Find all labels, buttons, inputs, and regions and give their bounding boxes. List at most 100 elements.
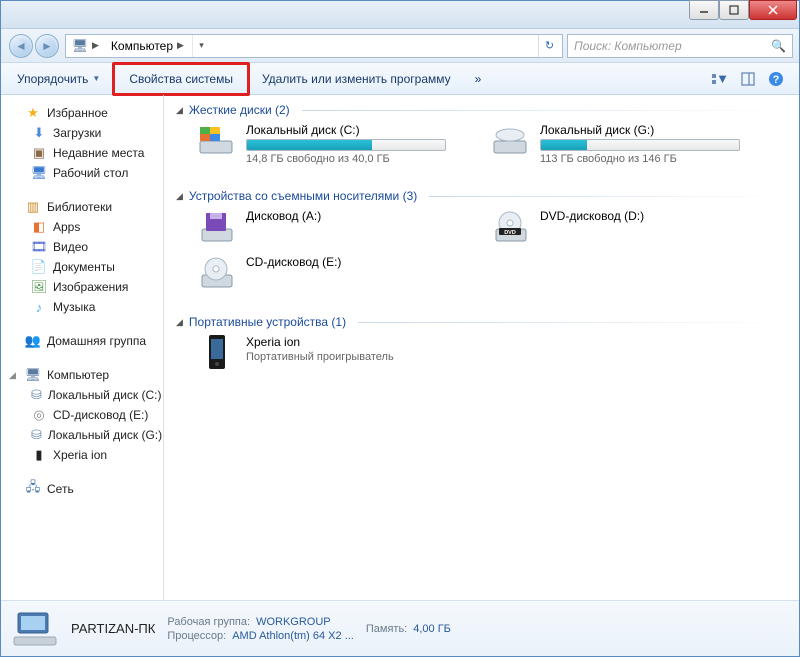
sidebar-item-label: Музыка (53, 300, 95, 314)
cd-icon (194, 255, 238, 291)
section-header[interactable]: ◢ Портативные устройства (1) (176, 315, 787, 329)
sidebar-favorites-header[interactable]: ★ Избранное (1, 103, 163, 123)
sidebar-item-label: Избранное (47, 106, 108, 120)
divider (358, 322, 787, 323)
address-dropdown[interactable]: ▾ (192, 35, 210, 57)
apps-icon: ◧ (31, 219, 47, 235)
sidebar-item-pictures[interactable]: 🖼 Изображения (1, 277, 163, 297)
sidebar-group-computer: ◢ 🖥 Компьютер ⛁ Локальный диск (C:) ◎ CD… (1, 365, 163, 465)
sidebar-computer-header[interactable]: ◢ 🖥 Компьютер (1, 365, 163, 385)
sidebar-item-label: Xperia ion (53, 448, 107, 462)
sidebar-group-network: 🖧 Сеть (1, 479, 163, 499)
search-input[interactable]: Поиск: Компьютер 🔍 (567, 34, 793, 58)
maximize-button[interactable] (719, 0, 749, 20)
breadcrumb-computer[interactable]: Компьютер ▶ (107, 35, 188, 57)
details-name-col: PARTIZAN-ПК (71, 621, 155, 636)
section-title: Портативные устройства (1) (189, 315, 346, 329)
minimize-button[interactable] (689, 0, 719, 20)
sidebar-item-downloads[interactable]: ⬇ Загрузки (1, 123, 163, 143)
sidebar-item-xperia[interactable]: ▮ Xperia ion (1, 445, 163, 465)
help-button[interactable]: ? (767, 70, 785, 88)
sidebar-item-drive-c[interactable]: ⛁ Локальный диск (C:) (1, 385, 163, 405)
sidebar-homegroup-header[interactable]: 👥 Домашняя группа (1, 331, 163, 351)
svg-text:?: ? (773, 74, 780, 86)
drive-e[interactable]: CD-дисковод (E:) (194, 255, 464, 291)
sidebar-item-drive-e[interactable]: ◎ CD-дисковод (E:) (1, 405, 163, 425)
view-options-button[interactable]: ▼ (711, 70, 729, 88)
drive-info: DVD-дисковод (D:) (540, 209, 758, 225)
search-icon: 🔍 (771, 39, 786, 53)
drive-list: Дисковод (A:) DVD DVD-дисковод (D:) (176, 209, 787, 301)
toolbar-overflow[interactable]: » (463, 65, 494, 93)
main-pane: ◢ Жесткие диски (2) Локальный диск (C:) … (164, 95, 799, 600)
section-header[interactable]: ◢ Жесткие диски (2) (176, 103, 787, 117)
system-properties-button[interactable]: Свойства системы (112, 62, 250, 96)
drive-a[interactable]: Дисковод (A:) (194, 209, 464, 245)
organize-menu[interactable]: Упорядочить ▼ (5, 65, 112, 93)
chevron-right-icon: ▶ (177, 40, 184, 51)
sidebar-item-label: Документы (53, 260, 115, 274)
address-bar[interactable]: 🖥 ▶ Компьютер ▶ ▾ ↻ (65, 34, 563, 58)
sidebar-item-recent[interactable]: ▣ Недавние места (1, 143, 163, 163)
drive-label: Xperia ion (246, 335, 464, 349)
nav-bar: ◄ ► 🖥 ▶ Компьютер ▶ ▾ ↻ Поиск: Компьютер… (1, 29, 799, 63)
back-button[interactable]: ◄ (9, 34, 33, 58)
hdd-icon: ⛁ (31, 427, 42, 443)
sidebar-item-label: Локальный диск (C:) (48, 388, 162, 402)
refresh-button[interactable]: ↻ (538, 35, 560, 57)
expand-icon[interactable]: ◢ (9, 370, 19, 381)
sidebar-item-label: Видео (53, 240, 88, 254)
sidebar-item-label: CD-дисковод (E:) (53, 408, 148, 422)
drive-c[interactable]: Локальный диск (C:) 14,8 ГБ свободно из … (194, 123, 464, 165)
sidebar-item-desktop[interactable]: 🖥 Рабочий стол (1, 163, 163, 183)
window-controls (689, 0, 797, 20)
drive-label: Локальный диск (C:) (246, 123, 464, 137)
uninstall-program-button[interactable]: Удалить или изменить программу (250, 65, 463, 93)
drive-d[interactable]: DVD DVD-дисковод (D:) (488, 209, 758, 245)
usage-bar (540, 139, 740, 151)
preview-pane-button[interactable] (739, 70, 757, 88)
section-hard-drives: ◢ Жесткие диски (2) Локальный диск (C:) … (176, 103, 787, 175)
floppy-icon (194, 209, 238, 245)
device-type-label: Портативный проигрыватель (246, 351, 464, 363)
close-button[interactable] (749, 0, 797, 20)
drive-label: CD-дисковод (E:) (246, 255, 464, 269)
memory-label: Память: (366, 623, 407, 635)
forward-button[interactable]: ► (35, 34, 59, 58)
details-pane: PARTIZAN-ПК Рабочая группа: WORKGROUP Пр… (1, 600, 799, 656)
toolbar-right-icons: ▼ ? (711, 70, 795, 88)
device-xperia[interactable]: Xperia ion Портативный проигрыватель (194, 335, 464, 371)
sidebar-item-video[interactable]: 🎞 Видео (1, 237, 163, 257)
overflow-label: » (475, 72, 482, 86)
drive-info: Xperia ion Портативный проигрыватель (246, 335, 464, 363)
drive-info: CD-дисковод (E:) (246, 255, 464, 271)
sidebar-network-header[interactable]: 🖧 Сеть (1, 479, 163, 499)
system-properties-label: Свойства системы (129, 72, 233, 86)
command-toolbar: Упорядочить ▼ Свойства системы Удалить и… (1, 63, 799, 95)
usage-bar (246, 139, 446, 151)
drive-list: Xperia ion Портативный проигрыватель (176, 335, 787, 381)
sidebar-libraries-header[interactable]: ▥ Библиотеки (1, 197, 163, 217)
sidebar-item-apps[interactable]: ◧ Apps (1, 217, 163, 237)
divider (302, 110, 787, 111)
drive-g[interactable]: Локальный диск (G:) 113 ГБ свободно из 1… (488, 123, 758, 165)
phone-icon: ▮ (31, 447, 47, 463)
collapse-icon: ◢ (176, 191, 183, 202)
downloads-icon: ⬇ (31, 125, 47, 141)
sidebar-item-label: Компьютер (47, 368, 109, 382)
search-placeholder: Поиск: Компьютер (574, 39, 682, 53)
section-header[interactable]: ◢ Устройства со съемными носителями (3) (176, 189, 787, 203)
sidebar-item-documents[interactable]: 📄 Документы (1, 257, 163, 277)
breadcrumb-root[interactable]: 🖥 ▶ (68, 35, 103, 57)
sidebar-item-label: Изображения (53, 280, 128, 294)
section-removable: ◢ Устройства со съемными носителями (3) … (176, 189, 787, 301)
sidebar-item-label: Рабочий стол (53, 166, 128, 180)
title-bar (1, 1, 799, 29)
sidebar-item-drive-g[interactable]: ⛁ Локальный диск (G:) (1, 425, 163, 445)
sidebar-item-music[interactable]: ♪ Музыка (1, 297, 163, 317)
usage-fill (541, 140, 587, 150)
workgroup-value: WORKGROUP (256, 616, 331, 628)
homegroup-icon: 👥 (25, 333, 41, 349)
drive-label: DVD-дисковод (D:) (540, 209, 758, 223)
details-workgroup-cpu: Рабочая группа: WORKGROUP Процессор: AMD… (167, 616, 354, 642)
